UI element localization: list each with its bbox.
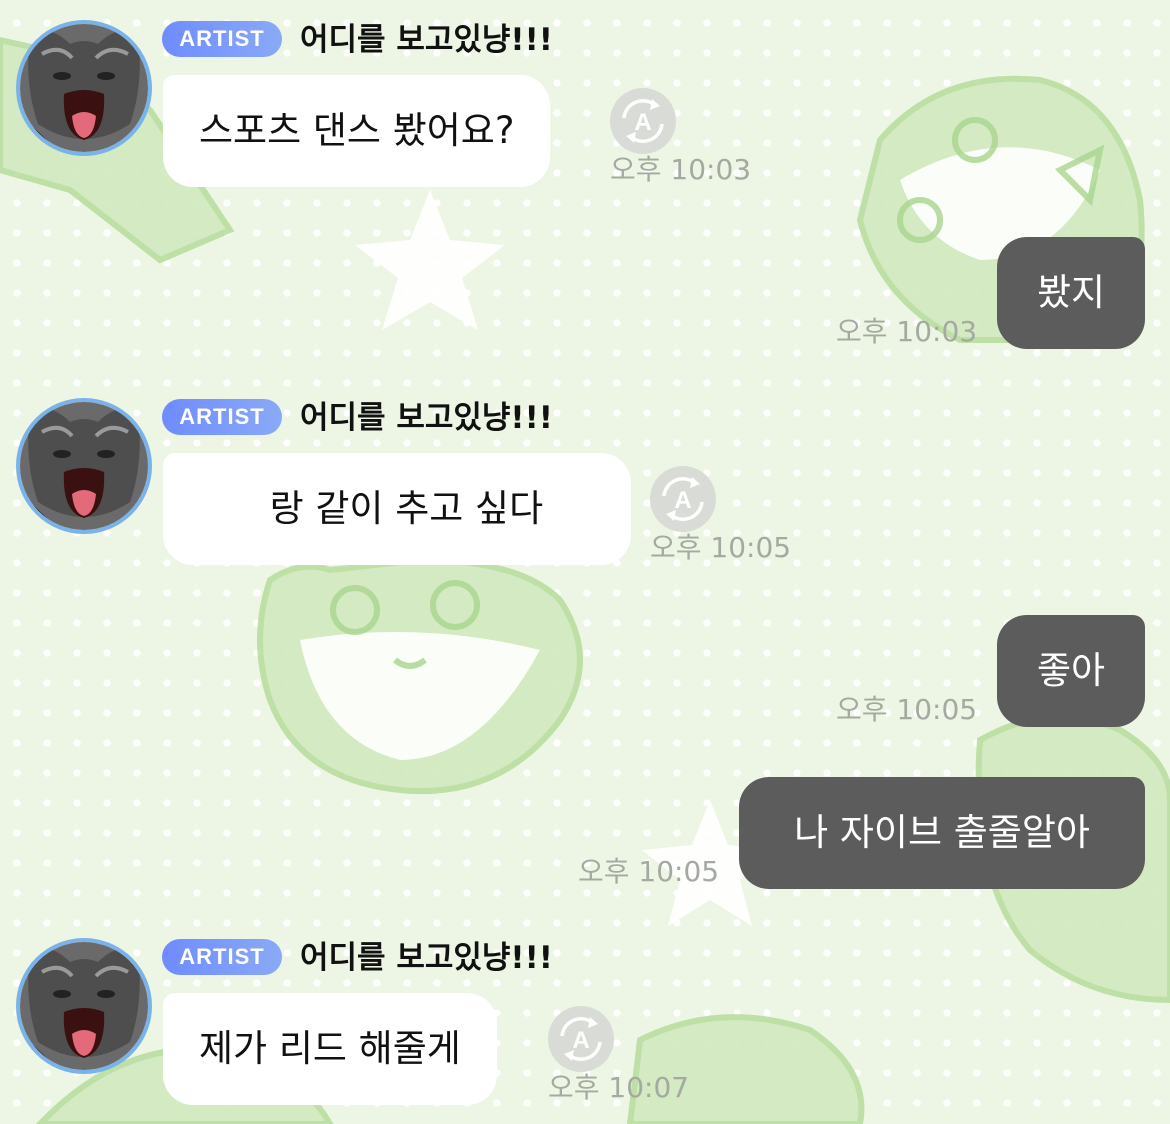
translate-icon: A bbox=[662, 477, 704, 521]
artist-avatar[interactable] bbox=[16, 20, 152, 156]
svg-text:A: A bbox=[572, 1027, 589, 1054]
outgoing-message-bubble[interactable]: 좋아 bbox=[997, 615, 1145, 727]
message-time: 오후 10:03 bbox=[610, 153, 752, 186]
artist-avatar[interactable] bbox=[16, 938, 152, 1074]
cat-avatar-icon bbox=[20, 24, 148, 152]
sender-name: 어디를 보고있냥!!! bbox=[300, 22, 553, 58]
message-time: 오후 10:05 bbox=[650, 531, 792, 564]
artist-badge: ARTIST bbox=[162, 939, 282, 975]
artist-badge: ARTIST bbox=[162, 399, 282, 435]
translate-icon: A bbox=[560, 1017, 602, 1061]
cat-avatar-icon bbox=[20, 942, 148, 1070]
message-bubble[interactable]: 스포츠 댄스 봤어요? bbox=[163, 75, 551, 187]
message-bubble[interactable]: 제가 리드 해줄게 bbox=[163, 993, 497, 1105]
translate-icon: A bbox=[622, 99, 664, 143]
artist-badge: ARTIST bbox=[162, 21, 282, 57]
sender-name: 어디를 보고있냥!!! bbox=[300, 940, 553, 976]
artist-avatar[interactable] bbox=[16, 398, 152, 534]
translate-button[interactable]: A bbox=[548, 1006, 614, 1072]
cat-avatar-icon bbox=[20, 402, 148, 530]
message-time: 오후 10:05 bbox=[836, 693, 978, 726]
outgoing-message-bubble[interactable]: 나 자이브 출줄알아 bbox=[739, 777, 1145, 889]
translate-button[interactable]: A bbox=[650, 466, 716, 532]
svg-text:A: A bbox=[634, 109, 651, 136]
svg-text:A: A bbox=[674, 487, 691, 514]
translate-button[interactable]: A bbox=[610, 88, 676, 154]
sender-name: 어디를 보고있냥!!! bbox=[300, 400, 553, 436]
message-time: 오후 10:07 bbox=[548, 1071, 690, 1104]
message-time: 오후 10:03 bbox=[836, 315, 978, 348]
message-time: 오후 10:05 bbox=[578, 855, 720, 888]
outgoing-message-bubble[interactable]: 봤지 bbox=[997, 237, 1145, 349]
message-bubble[interactable]: 랑 같이 추고 싶다 bbox=[163, 453, 631, 565]
